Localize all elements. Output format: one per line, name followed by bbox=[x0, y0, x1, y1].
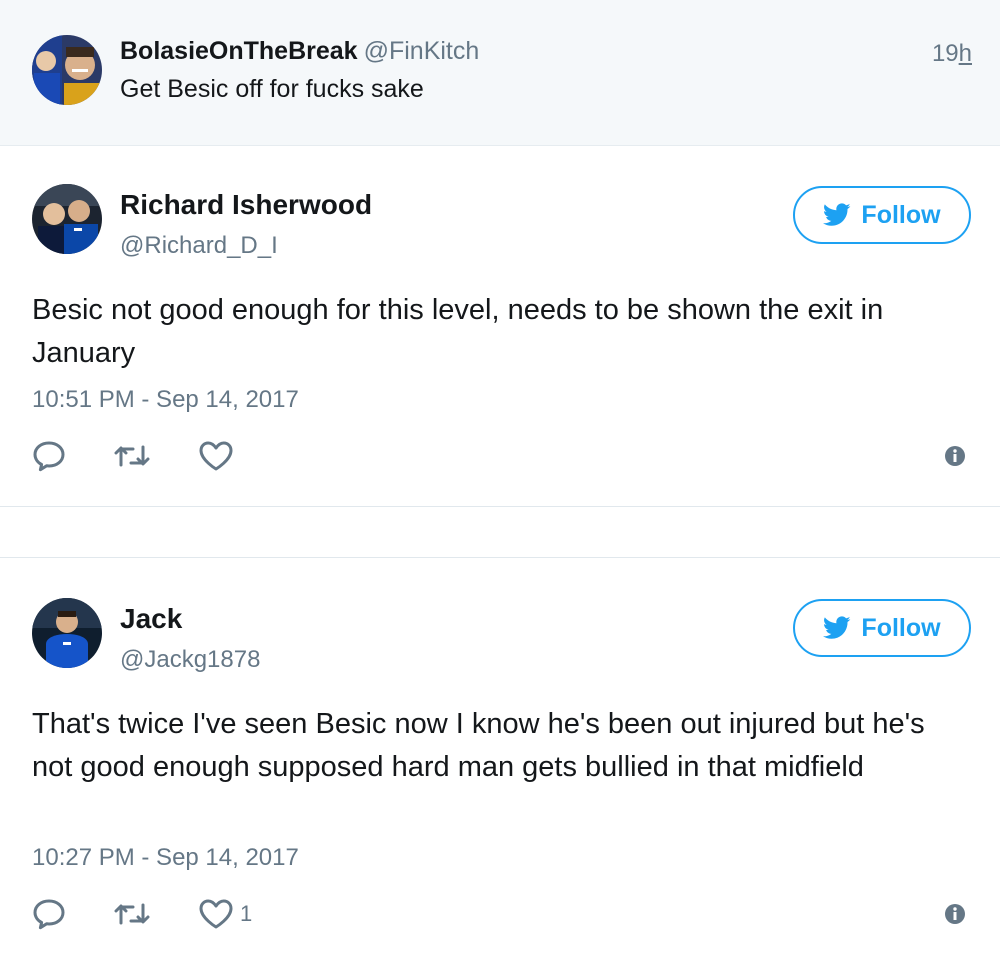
author-name[interactable]: BolasieOnTheBreak bbox=[120, 37, 358, 65]
tweet-actions: 1 bbox=[32, 896, 972, 932]
like-button[interactable] bbox=[198, 438, 240, 474]
follow-label: Follow bbox=[861, 613, 941, 642]
heart-icon bbox=[198, 898, 234, 930]
follow-label: Follow bbox=[861, 200, 941, 229]
author-name[interactable]: Jack bbox=[120, 603, 182, 635]
avatar[interactable] bbox=[32, 598, 102, 668]
tweet-card: Richard Isherwood @Richard_D_I Follow Be… bbox=[0, 146, 1000, 507]
tweet-timestamp[interactable]: 10:51 PM - Sep 14, 2017 bbox=[32, 386, 299, 414]
retweet-icon bbox=[112, 441, 152, 471]
author-handle[interactable]: @FinKitch bbox=[364, 37, 480, 65]
follow-button[interactable]: Follow bbox=[793, 599, 971, 657]
follow-button[interactable]: Follow bbox=[793, 186, 971, 244]
parent-tweet[interactable]: BolasieOnTheBreak @FinKitch 19h Get Besic… bbox=[0, 0, 1000, 146]
relative-time[interactable]: 19h bbox=[932, 40, 972, 68]
twitter-bird-icon bbox=[823, 616, 851, 640]
author-handle[interactable]: @Richard_D_I bbox=[120, 232, 278, 260]
heart-icon bbox=[198, 440, 234, 472]
reply-icon bbox=[32, 440, 66, 472]
like-count: 1 bbox=[240, 901, 253, 926]
parent-tweet-text: Get Besic off for fucks sake bbox=[120, 75, 424, 103]
avatar-photo bbox=[32, 35, 102, 105]
info-button[interactable] bbox=[944, 438, 966, 474]
parent-author[interactable]: BolasieOnTheBreak @FinKitch bbox=[120, 37, 479, 66]
tweet-text: Besic not good enough for this level, ne… bbox=[32, 294, 884, 369]
twitter-bird-icon bbox=[823, 203, 851, 227]
avatar-photo bbox=[32, 598, 102, 668]
avatar[interactable] bbox=[32, 35, 102, 105]
retweet-button[interactable] bbox=[112, 438, 152, 474]
avatar-photo bbox=[32, 184, 102, 254]
tweet-card: Jack @Jackg1878 Follow That's twice I've… bbox=[0, 558, 1000, 959]
tweet-timestamp[interactable]: 10:27 PM - Sep 14, 2017 bbox=[32, 844, 299, 872]
info-icon bbox=[944, 445, 966, 467]
author-handle[interactable]: @Jackg1878 bbox=[120, 646, 260, 674]
reply-button[interactable] bbox=[32, 438, 66, 474]
tweet-actions bbox=[32, 438, 972, 474]
like-button[interactable]: 1 bbox=[198, 896, 252, 932]
tweet-text: That's twice I've seen Besic now I know … bbox=[32, 708, 925, 783]
retweet-icon bbox=[112, 899, 152, 929]
avatar[interactable] bbox=[32, 184, 102, 254]
info-button[interactable] bbox=[944, 896, 966, 932]
time-number: 19 bbox=[931, 40, 959, 67]
retweet-button[interactable] bbox=[112, 896, 152, 932]
time-unit: h bbox=[958, 40, 972, 67]
info-icon bbox=[944, 903, 966, 925]
author-name[interactable]: Richard Isherwood bbox=[120, 189, 372, 221]
tweet-embed-page: BolasieOnTheBreak @FinKitch 19h Get Besic… bbox=[0, 0, 1000, 959]
reply-button[interactable] bbox=[32, 896, 66, 932]
reply-icon bbox=[32, 898, 66, 930]
